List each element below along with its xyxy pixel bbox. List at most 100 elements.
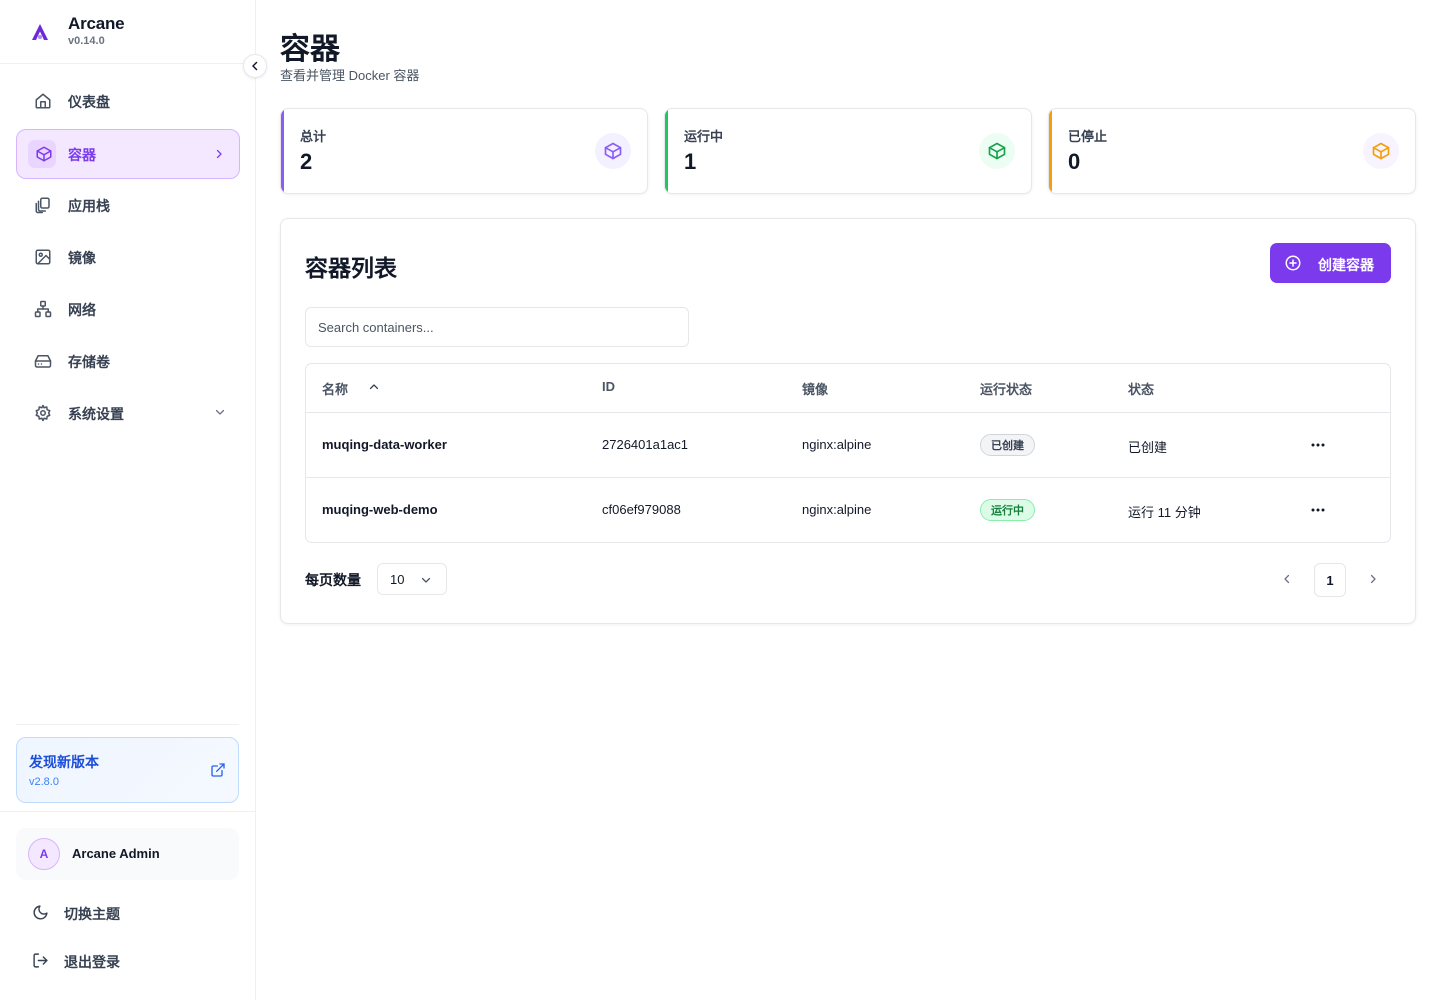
sidebar-item-label: 镜像	[68, 250, 96, 266]
next-page-button[interactable]	[1361, 569, 1385, 589]
moon-icon	[33, 905, 48, 920]
sidebar-item-label: 存储卷	[68, 354, 110, 370]
sidebar-item-label: 容器	[68, 147, 96, 163]
column-header-status[interactable]: 状态	[1128, 379, 1154, 398]
toggle-theme-button[interactable]: 切换主题	[32, 901, 232, 925]
stat-value: 0	[1068, 149, 1081, 174]
chevron-right-icon	[216, 149, 222, 159]
container-name[interactable]: muqing-data-worker	[322, 437, 447, 452]
box-icon	[988, 142, 1006, 160]
box-icon	[1372, 142, 1390, 160]
user-name: Arcane Admin	[72, 846, 160, 861]
sidebar-item-containers[interactable]: 容器	[16, 129, 240, 179]
user-profile-card[interactable]: A Arcane Admin	[16, 828, 239, 880]
chevron-left-icon	[1284, 574, 1290, 584]
sidebar-item-label: 仪表盘	[68, 94, 110, 110]
gear-icon	[35, 404, 51, 422]
page-number-button[interactable]: 1	[1314, 563, 1346, 597]
column-header-id[interactable]: ID	[602, 379, 615, 394]
brand-header: Arcane v0.14.0	[0, 0, 255, 64]
page-size-select[interactable]: 10	[377, 563, 447, 595]
stat-icon-badge	[595, 133, 631, 169]
table-row[interactable]: muqing-web-demo cf06ef979088 nginx:alpin…	[306, 478, 1390, 542]
logout-icon	[33, 953, 48, 968]
chevron-down-icon	[215, 409, 225, 415]
stat-accent-bar	[281, 109, 284, 193]
chevron-left-icon	[252, 61, 258, 71]
page-size-label: 每页数量	[305, 572, 361, 588]
external-link-icon[interactable]	[210, 762, 226, 778]
table-header: 名称 ID 镜像 运行状态 状态	[306, 364, 1390, 413]
plus-circle-icon	[1285, 255, 1301, 271]
state-badge: 运行中	[980, 499, 1035, 521]
hard-drive-icon	[34, 355, 52, 368]
stat-label: 总计	[300, 129, 327, 144]
sidebar-item-stacks[interactable]: 应用栈	[16, 180, 240, 230]
sidebar: Arcane v0.14.0 仪表盘 容器 应用栈 镜像 网络 存储卷 系统设置…	[0, 0, 256, 1000]
create-container-label: 创建容器	[1318, 257, 1374, 273]
sidebar-item-volumes[interactable]: 存储卷	[16, 336, 240, 386]
chevron-right-icon	[1370, 574, 1376, 584]
layers-icon	[35, 197, 50, 214]
stat-label: 已停止	[1068, 129, 1108, 144]
create-container-button[interactable]: 创建容器	[1270, 243, 1391, 283]
container-status: 已创建	[1128, 440, 1168, 455]
stat-accent-bar	[665, 109, 668, 193]
divider	[0, 811, 255, 812]
chevron-down-icon	[421, 577, 431, 583]
divider	[16, 724, 239, 725]
container-image: nginx:alpine	[802, 437, 872, 452]
stat-accent-bar	[1049, 109, 1052, 193]
sort-ascending-icon[interactable]	[368, 381, 380, 393]
stat-card-total: 总计 2	[280, 108, 648, 194]
sidebar-item-label: 应用栈	[68, 198, 110, 214]
update-version: v2.8.0	[29, 776, 59, 788]
sidebar-item-label: 网络	[68, 302, 96, 318]
app-version: v0.14.0	[68, 35, 105, 47]
search-input[interactable]	[305, 307, 689, 347]
box-icon	[604, 142, 622, 160]
sidebar-item-images[interactable]: 镜像	[16, 232, 240, 282]
sidebar-item-settings[interactable]: 系统设置	[16, 388, 240, 438]
container-image: nginx:alpine	[802, 502, 872, 517]
sidebar-item-label: 系统设置	[68, 406, 124, 422]
avatar: A	[28, 838, 60, 870]
logout-button[interactable]: 退出登录	[32, 949, 232, 973]
stat-label: 运行中	[684, 129, 724, 144]
stat-icon-badge	[1363, 133, 1399, 169]
update-title: 发现新版本	[29, 754, 99, 770]
sidebar-item-networks[interactable]: 网络	[16, 284, 240, 334]
home-icon	[35, 93, 51, 109]
containers-table: 名称 ID 镜像 运行状态 状态 muqing-data-worker 2726…	[305, 363, 1391, 543]
stat-card-running: 运行中 1	[664, 108, 1032, 194]
network-icon	[34, 300, 52, 318]
image-icon	[35, 249, 51, 265]
page-subtitle: 查看并管理 Docker 容器	[280, 68, 420, 83]
sidebar-item-dashboard[interactable]: 仪表盘	[16, 76, 240, 126]
update-available-card[interactable]: 发现新版本 v2.8.0	[16, 737, 239, 803]
column-header-image[interactable]: 镜像	[802, 379, 828, 398]
row-actions-button[interactable]	[1307, 500, 1329, 520]
arcane-logo-icon	[32, 24, 48, 40]
container-id: 2726401a1ac1	[602, 437, 689, 452]
column-header-name[interactable]: 名称	[322, 379, 348, 398]
state-badge: 已创建	[980, 434, 1035, 456]
container-name[interactable]: muqing-web-demo	[322, 502, 438, 517]
row-actions-button[interactable]	[1307, 435, 1329, 455]
page-size-value: 10	[390, 572, 405, 587]
app-name: Arcane	[68, 14, 125, 33]
stat-icon-badge	[979, 133, 1015, 169]
stat-value: 2	[300, 149, 313, 174]
table-row[interactable]: muqing-data-worker 2726401a1ac1 nginx:al…	[306, 413, 1390, 478]
list-title: 容器列表	[305, 255, 397, 281]
page-title: 容器	[280, 33, 340, 66]
previous-page-button[interactable]	[1275, 569, 1299, 589]
stat-value: 1	[684, 149, 697, 174]
container-list-card: 容器列表 创建容器 名称 ID 镜像 运行状态 状态 muqing-data-w…	[280, 218, 1416, 624]
container-id: cf06ef979088	[602, 502, 681, 517]
collapse-sidebar-button[interactable]	[243, 54, 267, 78]
container-status: 运行 11 分钟	[1128, 505, 1201, 520]
column-header-state[interactable]: 运行状态	[980, 379, 1032, 398]
toggle-theme-label: 切换主题	[64, 906, 120, 922]
logout-label: 退出登录	[64, 954, 120, 970]
